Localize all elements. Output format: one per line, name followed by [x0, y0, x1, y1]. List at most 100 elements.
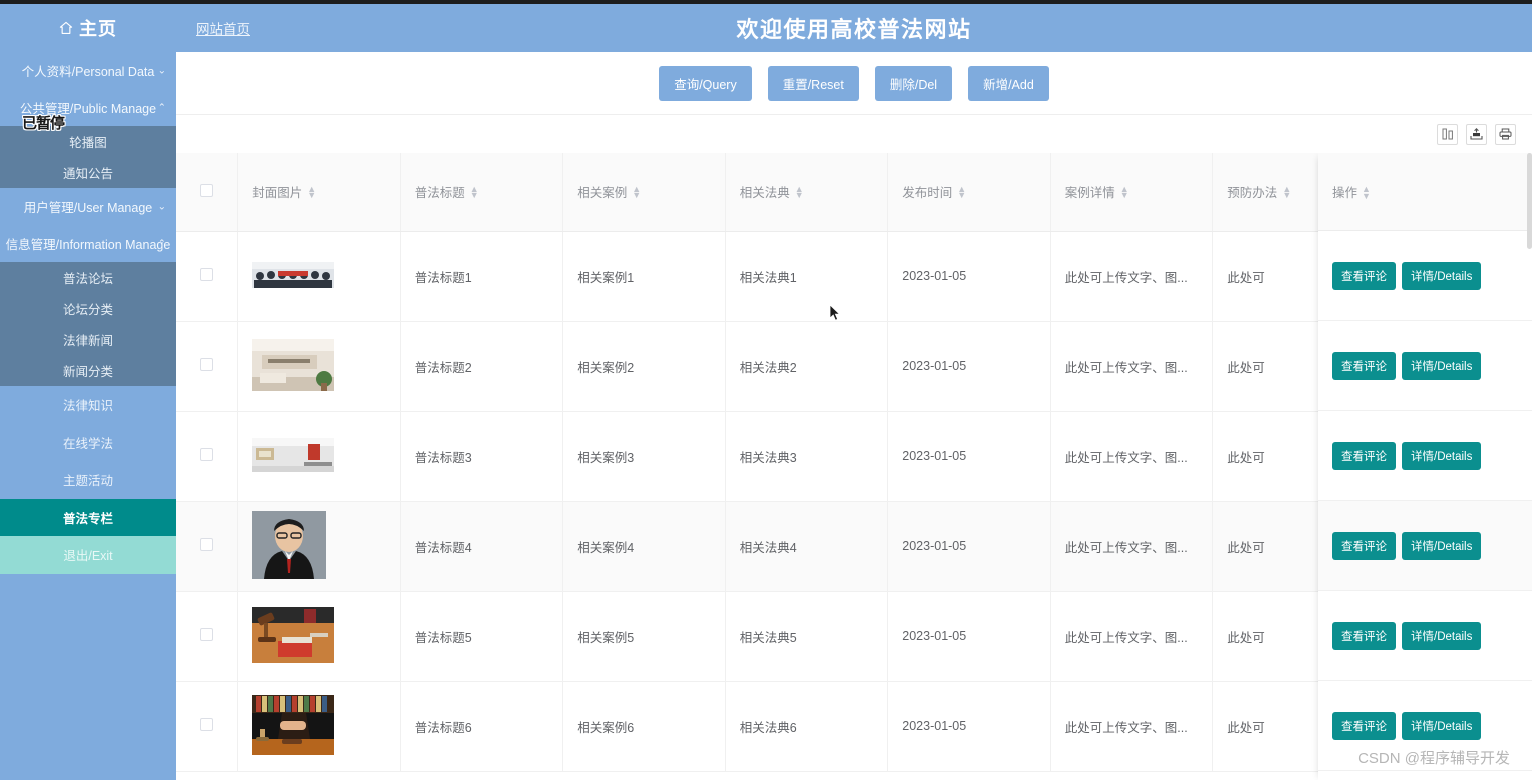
row-checkbox[interactable]: [200, 628, 214, 641]
sidebar-item-[interactable]: 法律知识: [0, 386, 176, 424]
sort-icon[interactable]: ▲▼: [1120, 184, 1129, 200]
brand-home[interactable]: 主页: [0, 4, 176, 52]
add-button[interactable]: 新增/Add: [968, 65, 1049, 101]
sort-icon[interactable]: ▲▼: [470, 184, 479, 200]
column-header-label: 发布时间: [902, 186, 953, 201]
cover-image[interactable]: [252, 510, 386, 582]
sidebar: 个人资料/Personal Data ⌄ 公共管理/Public Manage ⌃ 轮播…: [0, 52, 176, 780]
delete-button[interactable]: 删除/Del: [874, 65, 953, 101]
table-tools: [176, 115, 1532, 153]
publish-time-cell: 2023-01-05: [887, 681, 1051, 772]
row-checkbox[interactable]: [200, 448, 214, 461]
case-cell: 相关案例5: [562, 591, 726, 682]
reset-button[interactable]: 重置/Reset: [767, 65, 859, 101]
sidebar-group-3[interactable]: 信息管理/Information Manage ⌃: [0, 225, 176, 262]
sidebar-item-Exit[interactable]: 退出/Exit: [0, 536, 176, 574]
sidebar-item-3-3[interactable]: 新闻分类: [0, 355, 176, 386]
column-header-title[interactable]: 普法标题 ▲ ▼: [400, 153, 564, 232]
row-checkbox-cell: [176, 411, 239, 502]
case-detail-cell: 此处可上传文字、图...: [1050, 501, 1214, 592]
column-header-label: 案例详情: [1064, 186, 1115, 201]
row-checkbox-cell: [176, 321, 239, 412]
sidebar-item-[interactable]: 普法专栏: [0, 498, 176, 536]
paused-badge: 已暂停: [22, 115, 65, 132]
select-all-checkbox[interactable]: [200, 183, 214, 197]
column-header-case[interactable]: 相关案例 ▲ ▼: [562, 153, 726, 232]
code-cell: 相关法典3: [725, 411, 889, 502]
column-header-label: 相关法典: [739, 186, 790, 201]
cover-image[interactable]: [252, 338, 386, 394]
title-cell: 普法标题2: [400, 321, 564, 412]
column-settings-icon[interactable]: [1437, 123, 1458, 145]
publish-time-cell: 2023-01-05: [887, 501, 1051, 592]
case-detail-cell: 此处可上传文字、图...: [1050, 681, 1214, 772]
publish-time-cell: 2023-01-05: [887, 591, 1051, 682]
case-cell: 相关案例2: [562, 321, 726, 412]
details-button[interactable]: 详情/Details: [1402, 261, 1482, 290]
sort-icon[interactable]: ▲▼: [1282, 184, 1291, 200]
watermark: CSDN @程序辅导开发: [1358, 750, 1510, 767]
sort-icon[interactable]: ▲▼: [795, 184, 804, 200]
code-cell: 相关法典2: [725, 321, 889, 412]
sidebar-item-3-0[interactable]: 普法论坛: [0, 262, 176, 293]
case-cell: 相关案例3: [562, 411, 726, 502]
details-button[interactable]: 详情/Details: [1402, 531, 1482, 560]
cover-image[interactable]: [252, 437, 386, 475]
column-header-check: [176, 153, 239, 232]
main-content: 查询/Query 重置/Reset 删除/Del 新增/Add 封面图片 ▲ ▼ 普法标题 ▲…: [176, 52, 1532, 780]
export-icon[interactable]: [1466, 123, 1487, 145]
sort-icon[interactable]: ▲▼: [1362, 184, 1371, 200]
app-root: 主页 网站首页 欢迎使用高校普法网站 个人资料/Personal Data ⌄ 公共…: [0, 0, 1532, 780]
row-checkbox[interactable]: [200, 268, 214, 281]
publish-time-cell: 2023-01-05: [887, 231, 1051, 322]
row-checkbox[interactable]: [200, 718, 214, 731]
view-comments-button[interactable]: 查看评论: [1332, 531, 1396, 560]
sort-icon[interactable]: ▲▼: [307, 184, 316, 200]
view-comments-button[interactable]: 查看评论: [1332, 441, 1396, 470]
row-checkbox[interactable]: [200, 538, 214, 551]
view-comments-button[interactable]: 查看评论: [1332, 351, 1396, 380]
sidebar-group-2[interactable]: 用户管理/User Manage ⌄: [0, 188, 176, 225]
cover-image[interactable]: [252, 261, 386, 291]
details-button[interactable]: 详情/Details: [1402, 711, 1482, 740]
sidebar-item-[interactable]: 主题活动: [0, 461, 176, 499]
chevron-down-icon: ⌄: [157, 201, 166, 212]
column-header-time[interactable]: 发布时间 ▲ ▼: [887, 153, 1051, 232]
details-button[interactable]: 详情/Details: [1402, 351, 1482, 380]
column-header-label: 预防办法: [1227, 186, 1278, 201]
details-button[interactable]: 详情/Details: [1402, 621, 1482, 650]
column-header-detail[interactable]: 案例详情 ▲ ▼: [1050, 153, 1214, 232]
cover-image[interactable]: [252, 694, 386, 758]
sidebar-group-label: 个人资料/Personal Data: [21, 65, 155, 79]
case-detail-cell: 此处可上传文字、图...: [1050, 321, 1214, 412]
sidebar-item-3-2[interactable]: 法律新闻: [0, 324, 176, 355]
view-comments-button[interactable]: 查看评论: [1332, 621, 1396, 650]
case-detail-cell: 此处可上传文字、图...: [1050, 411, 1214, 502]
sort-icon[interactable]: ▲▼: [957, 184, 966, 200]
row-checkbox[interactable]: [200, 358, 214, 371]
cover-image[interactable]: [252, 606, 386, 666]
sort-icon[interactable]: ▲▼: [632, 184, 641, 200]
query-button[interactable]: 查询/Query: [659, 65, 752, 101]
row-checkbox-cell: [176, 501, 239, 592]
table-container: 封面图片 ▲ ▼ 普法标题 ▲ ▼ 相关案例 ▲ ▼ 相关法典 ▲ ▼ 发布时间 ▲ ▼ 案例详情 ▲ ▼ 预防办法…: [176, 153, 1532, 780]
view-comments-button[interactable]: 查看评论: [1332, 711, 1396, 740]
chevron-up-icon: ⌃: [157, 238, 166, 249]
sidebar-item-1-1[interactable]: 通知公告: [0, 157, 176, 188]
row-checkbox-cell: [176, 681, 239, 772]
column-header-image[interactable]: 封面图片 ▲ ▼: [237, 153, 401, 232]
sidebar-item-[interactable]: 在线学法: [0, 423, 176, 461]
chevron-up-icon: ⌃: [157, 102, 166, 113]
home-icon: [59, 21, 73, 35]
chevron-down-icon: ⌄: [157, 65, 166, 76]
view-comments-button[interactable]: 查看评论: [1332, 261, 1396, 290]
sidebar-group-0[interactable]: 个人资料/Personal Data ⌄: [0, 52, 176, 89]
vertical-scrollbar[interactable]: [1527, 153, 1532, 249]
print-icon[interactable]: [1495, 123, 1516, 145]
case-cell: 相关案例4: [562, 501, 726, 592]
details-button[interactable]: 详情/Details: [1402, 441, 1482, 470]
sidebar-item-3-1[interactable]: 论坛分类: [0, 293, 176, 324]
page-title: 欢迎使用高校普法网站: [736, 17, 972, 42]
column-header-code[interactable]: 相关法典 ▲ ▼: [725, 153, 889, 232]
code-cell: 相关法典6: [725, 681, 889, 772]
